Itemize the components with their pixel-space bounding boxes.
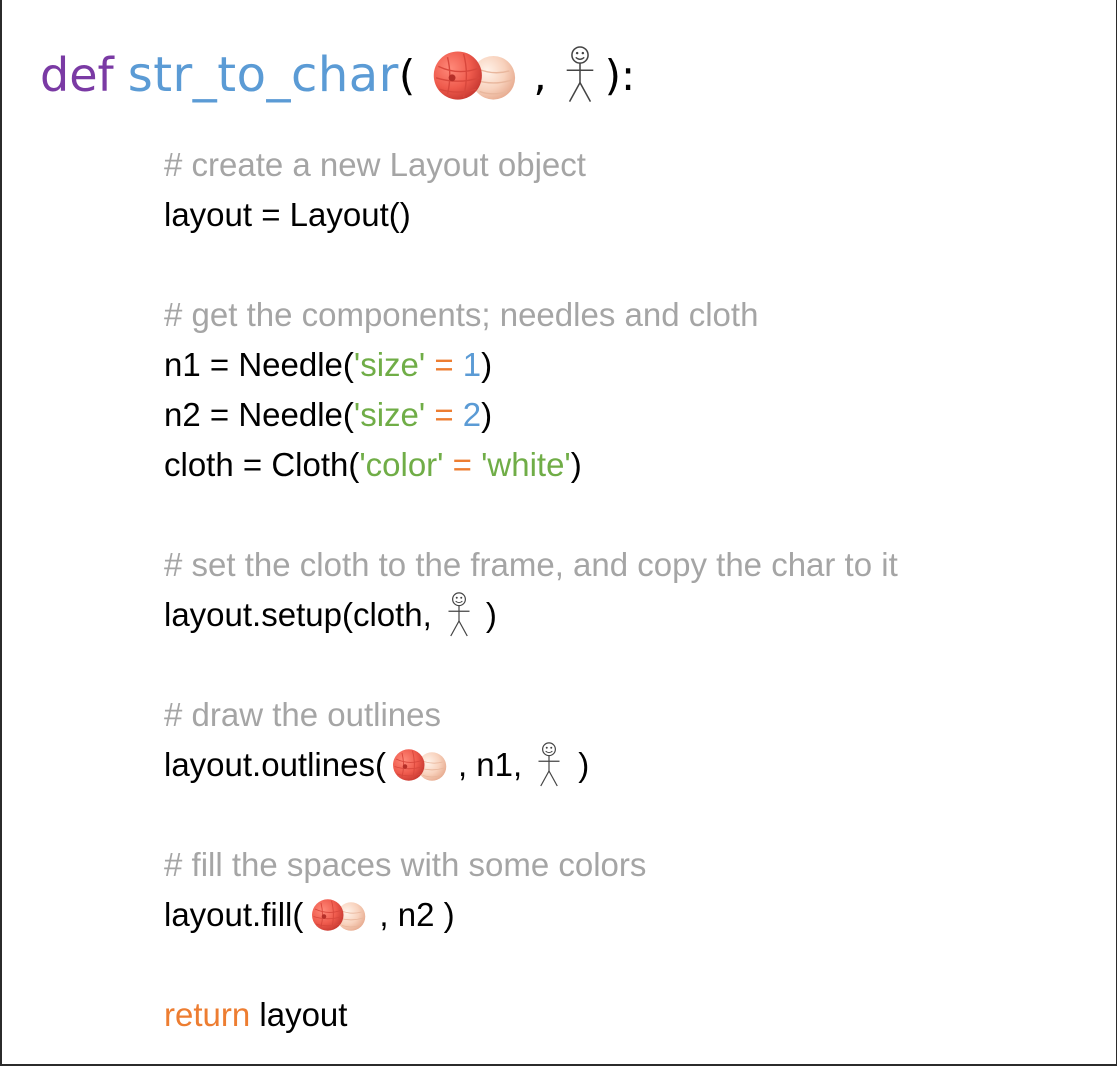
code-text: ) [570, 446, 582, 483]
comment-line: # create a new Layout object [164, 146, 586, 183]
operator: = [425, 346, 463, 383]
code-text: n2 = Needle( [164, 396, 354, 433]
comment-line: # get the components; needles and cloth [164, 296, 759, 333]
stick-figure-icon [534, 740, 564, 790]
function-signature: def str_to_char ( , ): [40, 42, 635, 108]
comment-line: # fill the spaces with some colors [164, 846, 647, 883]
code-text: ) [481, 346, 493, 383]
operator: = [443, 446, 482, 483]
string-literal: 'size' [353, 346, 426, 383]
yarn-balls-icon [309, 897, 369, 933]
code-text: ) [481, 396, 493, 433]
code-text: layout.setup(cloth, [164, 596, 432, 633]
number-literal: 2 [462, 396, 482, 433]
close-paren-colon: ): [604, 50, 636, 100]
function-body: # create a new Layout object layout = La… [164, 140, 1094, 1040]
code-frame: def str_to_char ( , ): # create a new La… [0, 0, 1117, 1066]
operator: = [425, 396, 463, 433]
stick-figure-icon [444, 590, 474, 640]
number-literal: 1 [462, 346, 482, 383]
code-text: layout.outlines( [164, 746, 386, 783]
code-line: n1 = Needle('size' = 1) [164, 340, 1094, 390]
code-line: layout.setup(cloth, ) [164, 590, 1094, 640]
comment-line: # set the cloth to the frame, and copy t… [164, 546, 898, 583]
code-line: n2 = Needle('size' = 2) [164, 390, 1094, 440]
string-literal: 'size' [353, 396, 426, 433]
function-name: str_to_char [127, 47, 399, 103]
code-text: n1 = Needle( [164, 346, 354, 383]
code-text: layout [250, 996, 348, 1033]
string-literal: 'white' [481, 446, 571, 483]
code-line: layout.outlines( , n1, ) [164, 740, 1094, 790]
code-text: ) [578, 746, 590, 783]
yarn-balls-icon [390, 747, 450, 783]
code-line: cloth = Cloth('color' = 'white') [164, 440, 1094, 490]
comma: , [533, 50, 547, 100]
stick-figure-icon [561, 43, 599, 107]
string-literal: 'color' [359, 446, 444, 483]
code-text: ) [485, 596, 497, 633]
yarn-balls-icon [429, 48, 521, 103]
comment-line: # draw the outlines [164, 696, 442, 733]
open-paren: ( [398, 50, 416, 100]
code-text: layout.fill( [164, 896, 304, 933]
code-line: layout.fill( , n2 ) [164, 890, 1094, 940]
return-line: return layout [164, 990, 1094, 1040]
code-text: cloth = Cloth( [164, 446, 360, 483]
return-keyword: return [164, 996, 251, 1033]
def-keyword: def [40, 48, 114, 102]
code-line: layout = Layout() [164, 196, 411, 233]
code-text: , n2 ) [379, 896, 455, 933]
code-text: , n1, [457, 746, 523, 783]
